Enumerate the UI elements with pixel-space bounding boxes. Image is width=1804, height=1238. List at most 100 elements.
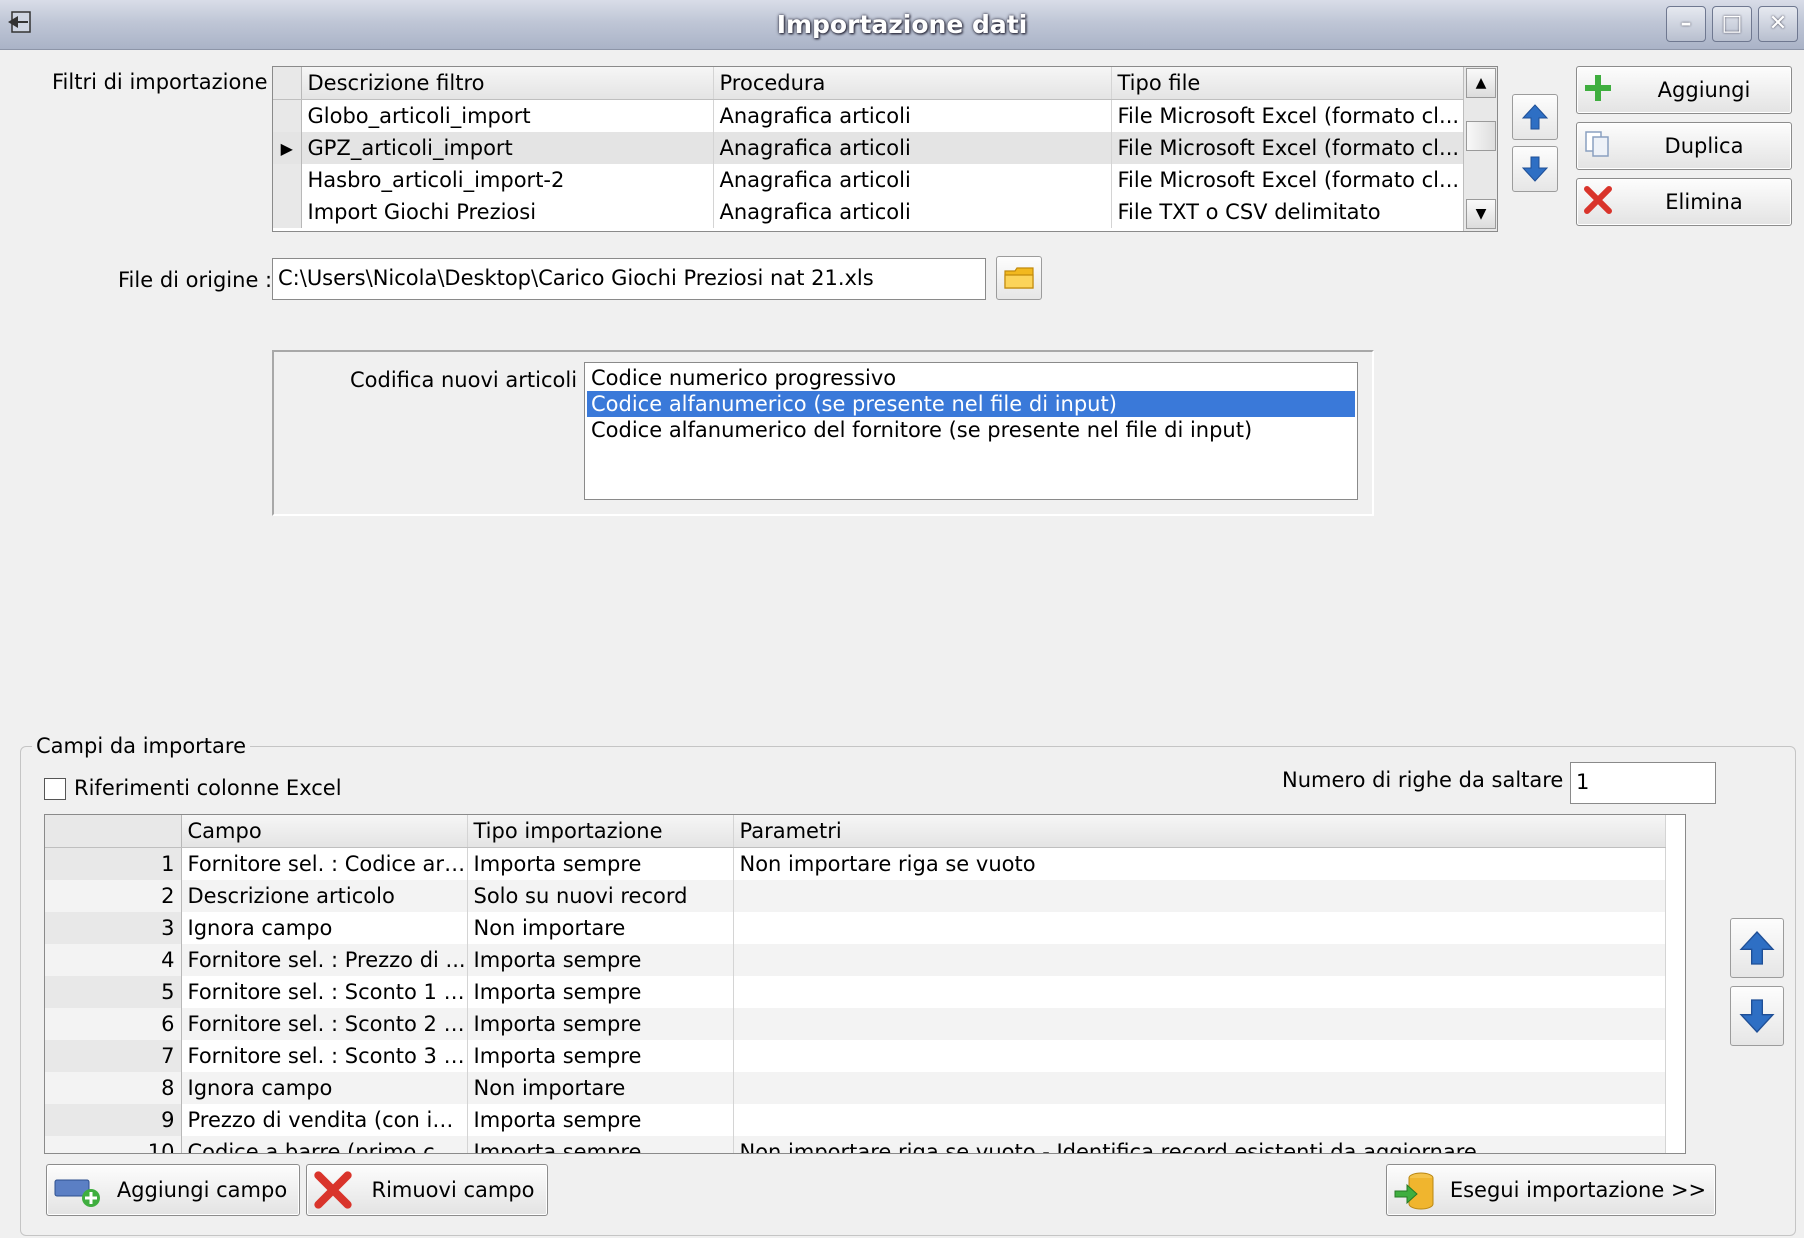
arrow-down-icon <box>1739 999 1775 1033</box>
minimize-button[interactable]: – <box>1666 6 1706 42</box>
import-type: Non importare <box>467 1072 734 1104</box>
table-row[interactable]: 7 Fornitore sel. : Sconto 3 (... Importa… <box>45 1040 1666 1072</box>
scroll-down-arrow-icon[interactable]: ▼ <box>1466 199 1496 229</box>
arrow-up-icon <box>1739 931 1775 965</box>
table-row[interactable]: Import Giochi Preziosi Anagrafica artico… <box>273 196 1464 228</box>
field-name: Ignora campo <box>181 1072 468 1104</box>
row-number-header <box>45 815 182 848</box>
database-import-icon <box>1394 1172 1434 1210</box>
filters-grid[interactable]: Descrizione filtro Procedura Tipo file G… <box>272 66 1498 232</box>
filter-procedure: Anagrafica articoli <box>713 196 1112 228</box>
table-row-selected[interactable]: ▶ GPZ_articoli_import Anagrafica articol… <box>273 132 1464 164</box>
table-row[interactable]: 3 Ignora campo Non importare <box>45 912 1666 944</box>
maximize-button[interactable]: □ <box>1712 6 1752 42</box>
filter-name: Globo_articoli_import <box>301 99 714 132</box>
field-name: Prezzo di vendita (con imp... <box>181 1104 468 1136</box>
table-row[interactable]: Hasbro_articoli_import-2 Anagrafica arti… <box>273 164 1464 196</box>
coding-listbox[interactable]: Codice numerico progressivo Codice alfan… <box>584 362 1358 500</box>
row-number: 2 <box>45 880 182 912</box>
coding-option-supplier-alphanumeric[interactable]: Codice alfanumerico del fornitore (se pr… <box>587 417 1355 443</box>
run-import-button[interactable]: Esegui importazione >> <box>1386 1164 1716 1216</box>
remove-field-button[interactable]: Rimuovi campo <box>306 1164 548 1216</box>
delete-filter-button[interactable]: Elimina <box>1576 178 1792 226</box>
table-row[interactable]: 9 Prezzo di vendita (con imp... Importa … <box>45 1104 1666 1136</box>
table-row[interactable]: 6 Fornitore sel. : Sconto 2 (... Importa… <box>45 1008 1666 1040</box>
skip-rows-label: Numero di righe da saltare : <box>1282 768 1578 792</box>
delete-x-icon <box>1584 186 1612 214</box>
plus-icon <box>1585 75 1611 101</box>
column-header-tipo-importazione[interactable]: Tipo importazione <box>467 815 734 848</box>
filter-procedure: Anagrafica articoli <box>713 132 1112 164</box>
folder-icon <box>1004 267 1034 289</box>
filters-scrollbar[interactable]: ▲ ▼ <box>1463 67 1497 231</box>
filter-name: Hasbro_articoli_import-2 <box>301 164 714 196</box>
table-row[interactable]: 2 Descrizione articolo Solo su nuovi rec… <box>45 880 1666 912</box>
duplicate-filter-button[interactable]: Duplica <box>1576 122 1792 170</box>
filter-procedure: Anagrafica articoli <box>713 164 1112 196</box>
table-row[interactable]: 1 Fornitore sel. : Codice arti... Import… <box>45 847 1666 880</box>
row-indicator-header <box>273 67 302 100</box>
import-type: Solo su nuovi record <box>467 880 734 912</box>
row-number: 8 <box>45 1072 182 1104</box>
table-row[interactable]: 5 Fornitore sel. : Sconto 1 (... Importa… <box>45 976 1666 1008</box>
copy-icon <box>1585 131 1609 157</box>
remove-field-label: Rimuovi campo <box>371 1178 535 1202</box>
move-field-down-button[interactable] <box>1730 986 1784 1046</box>
arrow-down-icon <box>1521 156 1549 182</box>
row-number: 5 <box>45 976 182 1008</box>
column-header-tipo-file[interactable]: Tipo file <box>1111 67 1464 100</box>
fields-grid[interactable]: Campo Tipo importazione Parametri 1 Forn… <box>44 814 1686 1154</box>
window-title: Importazione dati <box>776 10 1028 39</box>
add-filter-label: Aggiungi <box>1657 78 1751 102</box>
table-row[interactable]: 10 Codice a barre (primo codi... Importa… <box>45 1136 1666 1153</box>
close-button[interactable]: ✕ <box>1758 6 1798 42</box>
row-number: 1 <box>45 847 182 880</box>
move-filter-down-button[interactable] <box>1512 146 1558 192</box>
skip-rows-input[interactable]: 1 <box>1570 762 1716 804</box>
field-name: Ignora campo <box>181 912 468 944</box>
scroll-up-arrow-icon[interactable]: ▲ <box>1466 68 1496 98</box>
table-row[interactable]: 4 Fornitore sel. : Prezzo di ... Importa… <box>45 944 1666 976</box>
column-header-descrizione[interactable]: Descrizione filtro <box>301 67 714 100</box>
parameters: Non importare riga se vuoto <box>733 847 1666 880</box>
filter-file-type: File Microsoft Excel (formato cl... <box>1111 132 1464 164</box>
move-filter-up-button[interactable] <box>1512 94 1558 140</box>
add-filter-button[interactable]: Aggiungi <box>1576 66 1792 114</box>
filter-name: GPZ_articoli_import <box>301 132 714 164</box>
source-file-path-input[interactable]: C:\Users\Nicola\Desktop\Carico Giochi Pr… <box>272 258 986 300</box>
import-type: Importa sempre <box>467 847 734 880</box>
filters-label: Filtri di importazione : <box>52 70 282 94</box>
run-import-label: Esegui importazione >> <box>1449 1178 1707 1202</box>
browse-file-button[interactable] <box>996 256 1042 300</box>
field-name: Fornitore sel. : Sconto 2 (... <box>181 1008 468 1040</box>
move-field-up-button[interactable] <box>1730 918 1784 978</box>
field-name: Fornitore sel. : Sconto 1 (... <box>181 976 468 1008</box>
row-number: 10 <box>45 1136 182 1153</box>
column-header-procedura[interactable]: Procedura <box>713 67 1112 100</box>
parameters: Non importare riga se vuoto - Identifica… <box>733 1136 1666 1153</box>
table-row[interactable]: Globo_articoli_import Anagrafica articol… <box>273 99 1464 132</box>
table-row[interactable]: 8 Ignora campo Non importare <box>45 1072 1666 1104</box>
column-header-campo[interactable]: Campo <box>181 815 468 848</box>
add-field-button[interactable]: Aggiungi campo <box>46 1164 300 1216</box>
parameters <box>733 1008 1666 1040</box>
arrow-up-icon <box>1521 104 1549 130</box>
fields-scrollbar[interactable]: ▲ ▼ <box>1685 815 1686 1153</box>
scroll-thumb[interactable] <box>1466 121 1496 151</box>
coding-option-numeric[interactable]: Codice numerico progressivo <box>587 365 1355 391</box>
excel-refs-label[interactable]: Riferimenti colonne Excel <box>74 776 342 800</box>
coding-option-alphanumeric[interactable]: Codice alfanumerico (se presente nel fil… <box>587 391 1355 417</box>
field-name: Fornitore sel. : Sconto 3 (... <box>181 1040 468 1072</box>
import-type: Importa sempre <box>467 1136 734 1153</box>
row-indicator <box>273 196 302 228</box>
row-number: 3 <box>45 912 182 944</box>
field-name: Descrizione articolo <box>181 880 468 912</box>
column-header-parametri[interactable]: Parametri <box>733 815 1666 848</box>
excel-refs-checkbox[interactable] <box>44 778 66 800</box>
add-field-label: Aggiungi campo <box>116 1178 288 1202</box>
row-number: 9 <box>45 1104 182 1136</box>
field-name: Codice a barre (primo codi... <box>181 1136 468 1153</box>
parameters <box>733 1104 1666 1136</box>
row-indicator <box>273 164 302 196</box>
parameters <box>733 976 1666 1008</box>
